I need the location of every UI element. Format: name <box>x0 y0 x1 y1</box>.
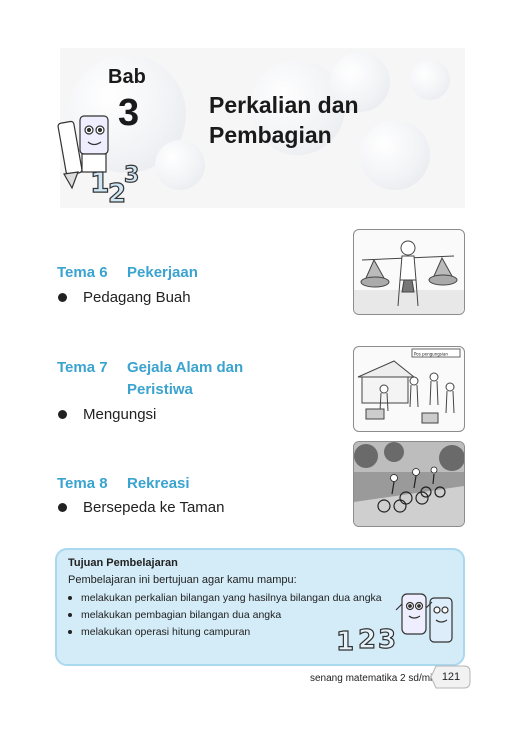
svg-text:3: 3 <box>378 625 396 655</box>
chapter-title-line2: Pembagian <box>209 122 332 148</box>
theme-7-item: Mengungsi <box>58 406 156 423</box>
bullet-icon <box>58 292 67 302</box>
theme-item-text: Pedagang Buah <box>83 289 191 306</box>
theme-label: Tema 7 <box>57 359 108 376</box>
theme-title: Gejala Alam dan <box>127 359 244 376</box>
theme-8-item: Bersepeda ke Taman <box>58 499 224 516</box>
fruit-seller-illustration <box>353 229 465 315</box>
decorative-bubble <box>155 140 205 190</box>
chapter-label: Bab <box>108 66 146 88</box>
bullet-icon <box>68 596 72 601</box>
cycling-illustration <box>353 441 465 527</box>
svg-text:2: 2 <box>358 625 376 655</box>
theme-6-heading: Tema 6 Pekerjaan <box>57 264 198 281</box>
learning-objectives-title: Tujuan Pembelajaran <box>68 557 178 569</box>
theme-label: Tema 6 <box>57 264 108 281</box>
svg-text:1: 1 <box>90 166 109 199</box>
theme-8-heading: Tema 8 Rekreasi <box>57 475 190 492</box>
theme-title: Rekreasi <box>127 475 190 492</box>
theme-item-text: Mengungsi <box>83 406 157 423</box>
pencil-mascot-illustration: 1 2 3 <box>57 115 140 210</box>
evacuation-sign-text: Pos pengungsian <box>414 352 448 357</box>
theme-7-heading: Tema 7 Gejala Alam dan <box>57 359 243 376</box>
chapter-title-line1: Perkalian dan <box>209 92 359 118</box>
svg-text:1: 1 <box>336 627 354 657</box>
bullet-icon <box>68 630 72 635</box>
learning-objectives-intro: Pembelajaran ini bertujuan agar kamu mam… <box>68 574 297 586</box>
theme-label: Tema 8 <box>57 475 108 492</box>
bullet-icon <box>58 502 67 512</box>
theme-title: Pekerjaan <box>127 264 198 281</box>
bullet-icon <box>68 613 72 618</box>
chapter-title: Perkalian dan Pembagian <box>209 90 359 150</box>
theme-6-item: Pedagang Buah <box>58 289 191 306</box>
svg-text:3: 3 <box>124 163 139 188</box>
decorative-bubble <box>360 120 430 190</box>
evacuation-illustration: Pos pengungsian <box>353 346 465 432</box>
decorative-bubble <box>410 60 450 100</box>
page-number: 121 <box>441 671 461 683</box>
theme-item-text: Bersepeda ke Taman <box>83 499 225 516</box>
book-title: senang matematika 2 sd/mi <box>310 673 433 684</box>
bullet-icon <box>58 409 67 419</box>
theme-7-heading-line2: Peristiwa <box>127 381 193 398</box>
number-mascots-illustration: 1 2 3 <box>335 593 453 658</box>
